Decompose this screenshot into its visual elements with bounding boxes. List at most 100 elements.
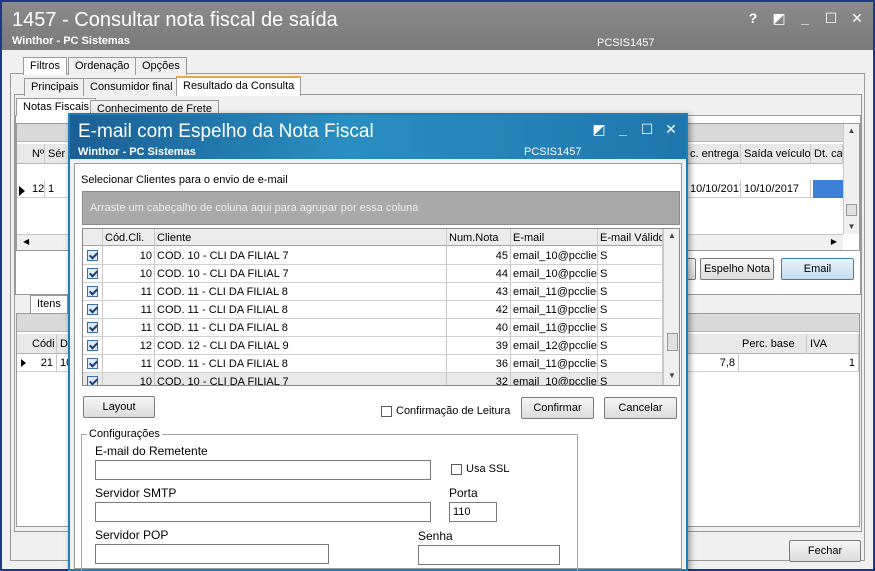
confirmacao-checkbox[interactable] [381, 404, 392, 418]
row-check[interactable] [83, 319, 103, 337]
checkbox-checked-icon[interactable] [87, 286, 98, 297]
table-row[interactable]: 11 COD. 11 - CLI DA FILIAL 8 43 email_11@pc… [83, 283, 663, 301]
row-check[interactable] [83, 373, 103, 385]
window-controls: ? ◩ _ ☐ ✕ [745, 10, 865, 27]
row-email-valido: S [598, 247, 663, 265]
window-subtitle: Winthor - PC Sistemas [12, 35, 130, 47]
maximize-icon[interactable]: ☐ [823, 10, 839, 27]
scroll-up-icon[interactable]: ▲ [664, 231, 679, 240]
tab-resultado-consulta[interactable]: Resultado da Consulta [176, 76, 302, 96]
checkbox-checked-icon[interactable] [87, 340, 98, 351]
scroll-thumb[interactable] [846, 204, 857, 216]
smtp-input[interactable] [95, 502, 431, 522]
row-email-valido: S [598, 355, 663, 373]
scroll-up-icon[interactable]: ▲ [844, 126, 859, 135]
dialog-titlebar: E-mail com Espelho da Nota Fiscal Wintho… [70, 115, 686, 159]
row-email: email_10@pcclier [511, 373, 598, 385]
row-cod-cli: 11 [103, 283, 155, 301]
col-perc-base[interactable]: Perc. base [739, 334, 807, 354]
col-email-valido[interactable]: E-mail Válido [598, 229, 663, 247]
checkbox-checked-icon[interactable] [87, 304, 98, 315]
col-numero[interactable]: Nº [29, 144, 45, 164]
scroll-thumb[interactable] [667, 333, 678, 351]
col-codigo[interactable]: Códi [29, 334, 57, 354]
row-check[interactable] [83, 247, 103, 265]
col-entrega[interactable]: c. entrega [687, 144, 741, 164]
scroll-down-icon[interactable]: ▼ [664, 371, 679, 380]
row-check[interactable] [83, 301, 103, 319]
scroll-left-icon[interactable]: ◀ [23, 237, 29, 246]
clientes-vscroll[interactable]: ▲ ▼ [663, 229, 679, 385]
row-email: email_11@pcclier [511, 283, 598, 301]
col-iva[interactable]: IVA [807, 334, 859, 354]
row-email: email_11@pcclier [511, 319, 598, 337]
col-cliente[interactable]: Cliente [155, 229, 447, 247]
row-check[interactable] [83, 283, 103, 301]
col-cod-cli[interactable]: Cód.Cli. [103, 229, 155, 247]
col-serie[interactable]: Sér [45, 144, 69, 164]
row-numero: 123 [29, 180, 45, 198]
col-num-nota[interactable]: Num.Nota [447, 229, 511, 247]
checkbox-checked-icon[interactable] [87, 322, 98, 333]
group-by-area[interactable]: Arraste um cabeçalho de coluna aqui para… [82, 191, 680, 225]
pop-input[interactable] [95, 544, 329, 564]
email-remetente-label: E-mail do Remetente [95, 444, 208, 458]
checkbox-icon[interactable] [381, 406, 392, 417]
row-check[interactable] [83, 265, 103, 283]
table-row[interactable]: 11 COD. 11 - CLI DA FILIAL 8 40 email_11@pc… [83, 319, 663, 337]
close-icon[interactable]: ✕ [849, 10, 865, 27]
table-row[interactable]: 11 COD. 11 - CLI DA FILIAL 8 42 email_11@pc… [83, 301, 663, 319]
usa-ssl-checkbox[interactable] [451, 462, 462, 476]
porta-input[interactable]: 110 [449, 502, 497, 522]
table-row[interactable]: 10 COD. 10 - CLI DA FILIAL 7 45 email_10@pc… [83, 247, 663, 265]
tab-consumidor-final[interactable]: Consumidor final [83, 78, 180, 96]
help-icon[interactable]: ? [745, 10, 761, 27]
espelho-nota-button[interactable]: Espelho Nota [700, 258, 774, 280]
tab-principais[interactable]: Principais [24, 78, 86, 96]
row-email-valido: S [598, 337, 663, 355]
email-remetente-input[interactable] [95, 460, 431, 480]
cancelar-button[interactable]: Cancelar [604, 397, 677, 419]
maximize-icon[interactable]: ☐ [640, 121, 654, 138]
col-email[interactable]: E-mail [511, 229, 598, 247]
checkbox-checked-icon[interactable] [87, 376, 98, 385]
tab-opcoes[interactable]: Opções [135, 57, 187, 75]
row-check[interactable] [83, 355, 103, 373]
tab-ordenacao[interactable]: Ordenação [68, 57, 137, 75]
table-row[interactable]: 11 COD. 11 - CLI DA FILIAL 8 36 email_11@pc… [83, 355, 663, 373]
table-row[interactable]: 10 COD. 10 - CLI DA FILIAL 7 32 email_10@pc… [83, 373, 663, 385]
close-icon[interactable]: ✕ [664, 121, 678, 138]
row-check[interactable] [83, 337, 103, 355]
col-saida-veiculo[interactable]: Saída veículo [741, 144, 811, 164]
scroll-right-icon[interactable]: ▶ [831, 237, 837, 246]
restore-icon[interactable]: ◩ [592, 121, 606, 138]
row-cliente: COD. 10 - CLI DA FILIAL 7 [155, 247, 447, 265]
notas-vscroll[interactable]: ▲ ▼ [843, 124, 859, 234]
checkbox-icon[interactable] [451, 464, 462, 475]
checkbox-checked-icon[interactable] [87, 358, 98, 369]
restore-icon[interactable]: ◩ [771, 10, 787, 27]
col-check [83, 229, 103, 247]
table-row[interactable]: 12 COD. 12 - CLI DA FILIAL 9 39 email_12@pc… [83, 337, 663, 355]
tab-itens[interactable]: Itens [30, 295, 68, 313]
header-row: Cód.Cli. Cliente Num.Nota E-mail E-mail … [83, 229, 663, 247]
table-row[interactable]: 10 COD. 10 - CLI DA FILIAL 7 44 email_10@pc… [83, 265, 663, 283]
row-iva: 1 [807, 354, 859, 372]
confirmar-button[interactable]: Confirmar [521, 397, 594, 419]
checkbox-checked-icon[interactable] [87, 268, 98, 279]
layout-button[interactable]: Layout [83, 396, 155, 418]
fechar-button[interactable]: Fechar [789, 540, 861, 562]
smtp-label: Servidor SMTP [95, 486, 177, 500]
senha-input[interactable] [418, 545, 560, 565]
clientes-grid-header: Cód.Cli. Cliente Num.Nota E-mail E-mail … [83, 229, 663, 247]
tab-filtros[interactable]: Filtros [23, 57, 67, 75]
scroll-down-icon[interactable]: ▼ [844, 222, 859, 231]
row-email-valido: S [598, 301, 663, 319]
row-email: email_11@pcclier [511, 301, 598, 319]
minimize-icon[interactable]: _ [616, 121, 630, 138]
row-num-nota: 39 [447, 337, 511, 355]
minimize-icon[interactable]: _ [797, 10, 813, 27]
checkbox-checked-icon[interactable] [87, 250, 98, 261]
col-dt-ca[interactable]: Dt. ca [811, 144, 843, 164]
email-button[interactable]: Email [781, 258, 854, 280]
